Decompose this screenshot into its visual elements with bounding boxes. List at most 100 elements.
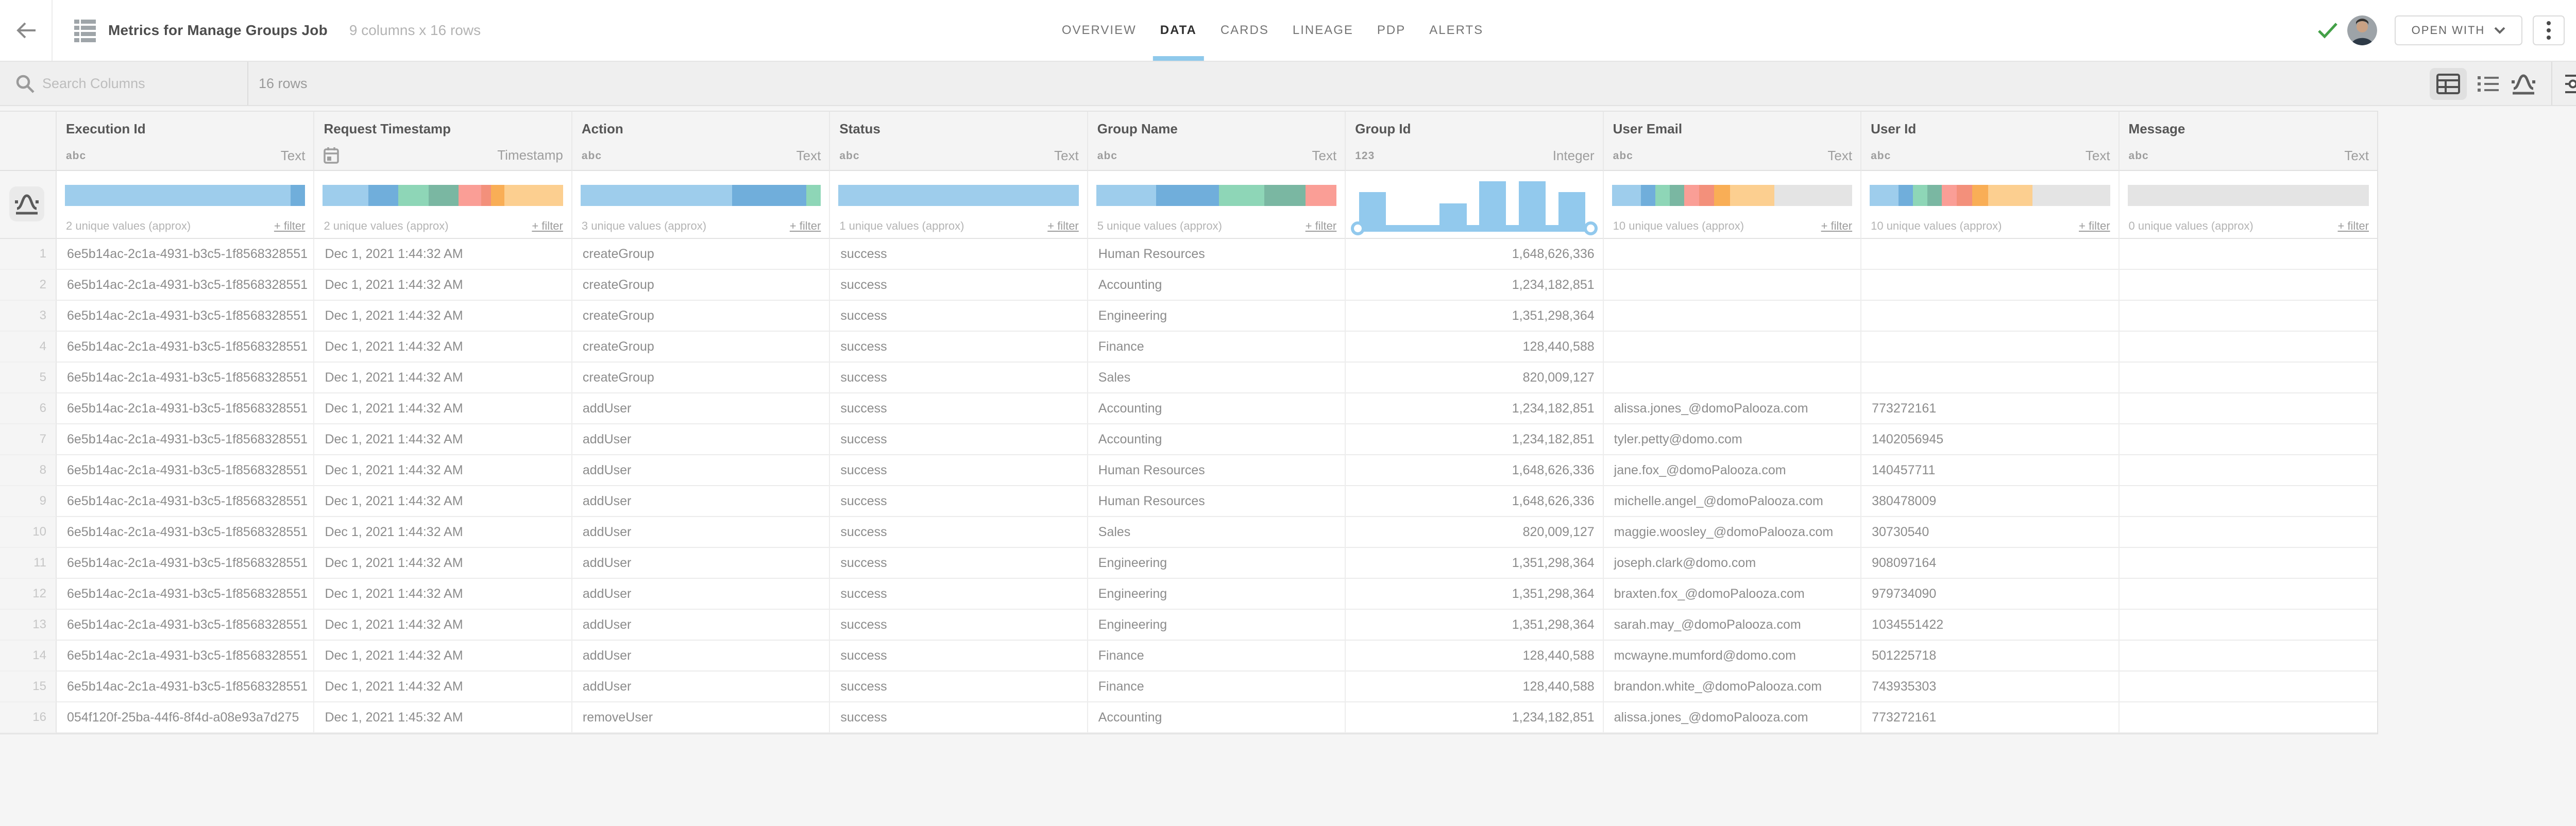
filter-link[interactable]: + filter <box>2337 219 2369 233</box>
filter-link[interactable]: + filter <box>1306 219 1337 233</box>
avatar[interactable] <box>2347 15 2377 45</box>
column-header-user-id[interactable]: User IdabcText <box>1861 112 2119 171</box>
histogram-cell-group-name: 5 unique values (approx) + filter <box>1088 171 1346 239</box>
table-cell <box>2120 517 2377 548</box>
histogram-segment <box>1730 185 1774 206</box>
histogram-segment <box>291 185 305 206</box>
value-histogram[interactable] <box>1612 185 1852 206</box>
histogram-segment <box>1612 185 1641 206</box>
unique-values-row: 10 unique values (approx)+ filter <box>1613 219 1852 233</box>
column-header-group-name[interactable]: Group NameabcText <box>1088 112 1346 171</box>
filter-link[interactable]: + filter <box>2079 219 2110 233</box>
table-cell: Engineering <box>1088 579 1346 610</box>
table-cell: michelle.angel_@domoPalooza.com <box>1604 486 1861 517</box>
table-cell: success <box>830 641 1088 672</box>
table-cell: addUser <box>572 548 830 579</box>
calendar-icon <box>324 146 339 164</box>
search-icon <box>15 74 35 94</box>
histogram-segment <box>1684 185 1699 206</box>
histogram-segment <box>429 185 459 206</box>
table-cell <box>1604 332 1861 363</box>
histogram-segment <box>481 185 491 206</box>
value-histogram[interactable] <box>65 185 305 206</box>
table-cell: 140457711 <box>1861 455 2119 486</box>
table-cell: sarah.may_@domoPalooza.com <box>1604 610 1861 641</box>
table-cell: removeUser <box>572 702 830 733</box>
table-cell: 054f120f-25ba-44f6-8f4d-a08e93a7d275 <box>57 702 314 733</box>
column-name: Request Timestamp <box>324 121 451 137</box>
value-histogram[interactable] <box>323 185 563 206</box>
table-cell: 1402056945 <box>1861 424 2119 455</box>
unique-values-row: 5 unique values (approx) + filter <box>1097 219 1336 233</box>
range-slider-track <box>1354 225 1594 232</box>
table-cell: 1,351,298,364 <box>1346 301 1603 332</box>
value-histogram[interactable] <box>1870 185 2110 206</box>
table-cell <box>1604 239 1861 270</box>
column-header-user-email[interactable]: User EmailabcText <box>1604 112 1861 171</box>
filter-link[interactable]: + filter <box>274 219 306 233</box>
unique-values-row: 2 unique values (approx)+ filter <box>324 219 563 233</box>
tab-pdp[interactable]: PDP <box>1377 0 1405 61</box>
range-slider-handle-right[interactable] <box>1584 221 1598 235</box>
table-cell: createGroup <box>572 270 830 301</box>
column-header-message[interactable]: MessageabcText <box>2120 112 2377 171</box>
table-cell: 6e5b14ac-2c1a-4931-b3c5-1f8568328551 <box>57 332 314 363</box>
column-header-execution-id[interactable]: Execution IdabcText <box>57 112 314 171</box>
tab-data[interactable]: DATA <box>1160 0 1197 61</box>
table-cell: Finance <box>1088 332 1346 363</box>
histogram-segment <box>732 185 807 206</box>
table-view-button[interactable] <box>2430 68 2467 100</box>
table-cell: 6e5b14ac-2c1a-4931-b3c5-1f8568328551 <box>57 579 314 610</box>
table-cell <box>1604 270 1861 301</box>
column-header-action[interactable]: ActionabcText <box>572 112 830 171</box>
value-histogram[interactable] <box>2128 185 2369 206</box>
tab-cards[interactable]: CARDS <box>1221 0 1269 61</box>
column-header-group-id[interactable]: Group Id123Integer <box>1346 112 1603 171</box>
row-number: 16 <box>0 702 57 733</box>
unique-values-label: 5 unique values (approx) <box>1097 219 1222 233</box>
table-cell <box>2120 672 2377 702</box>
table-cell <box>2120 270 2377 301</box>
table-cell: Sales <box>1088 517 1346 548</box>
value-histogram[interactable] <box>1096 185 1336 206</box>
open-with-button[interactable]: OPEN WITH <box>2395 15 2522 45</box>
table-cell: Dec 1, 2021 1:44:32 AM <box>314 672 572 702</box>
histogram-segment <box>1714 185 1730 206</box>
column-header-request-timestamp[interactable]: Request TimestampTimestamp <box>314 112 572 171</box>
table-cell: 1034551422 <box>1861 610 2119 641</box>
row-number: 13 <box>0 610 57 641</box>
column-name: Group Name <box>1097 121 1178 137</box>
table-cell: mcwayne.mumford@domo.com <box>1604 641 1861 672</box>
back-button[interactable] <box>14 21 38 40</box>
row-number: 6 <box>0 393 57 424</box>
table-cell: Dec 1, 2021 1:44:32 AM <box>314 363 572 393</box>
column-header-status[interactable]: StatusabcText <box>830 112 1088 171</box>
tab-lineage[interactable]: LINEAGE <box>1293 0 1353 61</box>
distribution-view-button[interactable] <box>2505 68 2542 100</box>
column-type-label: Text <box>1312 148 1337 164</box>
list-view-button[interactable] <box>2470 68 2507 100</box>
table-cell: 908097164 <box>1861 548 2119 579</box>
range-slider-handle-left[interactable] <box>1351 221 1365 235</box>
table-cell <box>2120 610 2377 641</box>
filter-link[interactable]: + filter <box>532 219 563 233</box>
histogram-toggle-button[interactable] <box>9 186 44 221</box>
more-options-button[interactable] <box>2533 15 2565 45</box>
table-cell: 1,351,298,364 <box>1346 548 1603 579</box>
numeric-histogram[interactable] <box>1354 181 1594 225</box>
filter-link[interactable]: + filter <box>1047 219 1079 233</box>
table-cell <box>2120 393 2377 424</box>
tab-overview[interactable]: OVERVIEW <box>1062 0 1137 61</box>
filter-link[interactable]: + filter <box>1821 219 1853 233</box>
value-histogram[interactable] <box>838 185 1078 206</box>
abc-icon: abc <box>839 150 859 162</box>
table-cell: Finance <box>1088 672 1346 702</box>
table-cell: 1,351,298,364 <box>1346 610 1603 641</box>
value-histogram[interactable] <box>581 185 821 206</box>
search-input[interactable] <box>42 69 238 98</box>
tab-alerts[interactable]: ALERTS <box>1429 0 1483 61</box>
unique-values-label: 2 unique values (approx) <box>66 219 191 233</box>
filter-link[interactable]: + filter <box>790 219 821 233</box>
column-name: User Email <box>1613 121 1682 137</box>
filter-settings-button[interactable] <box>2558 68 2576 100</box>
